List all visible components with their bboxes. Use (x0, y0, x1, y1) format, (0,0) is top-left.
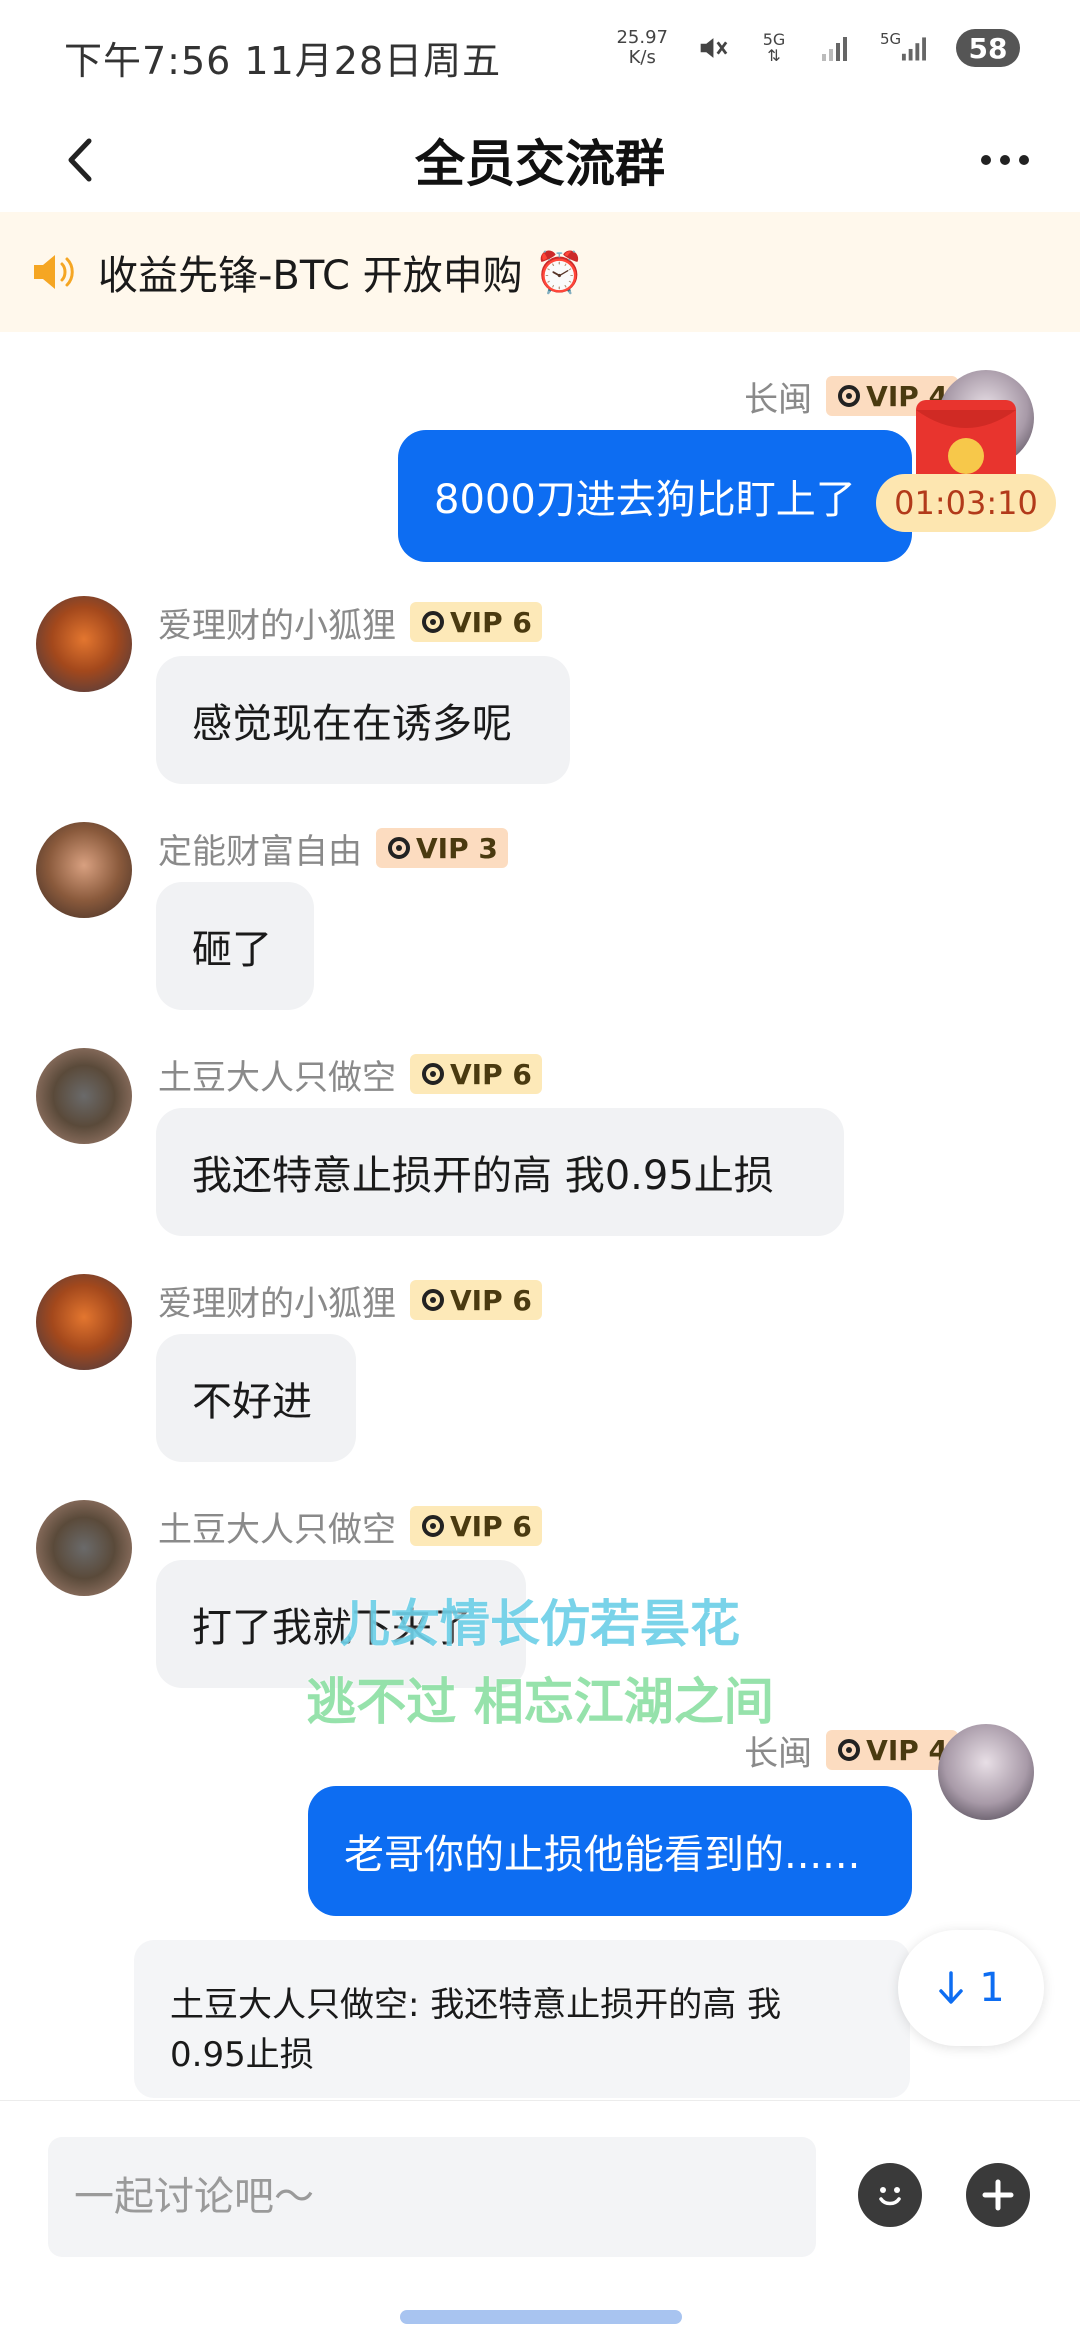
network-speed-unit: K/s (628, 47, 656, 68)
vip-label: VIP 3 (416, 831, 498, 865)
signal-5g-label-2: 5G (880, 30, 902, 48)
vip-icon (388, 837, 410, 859)
message-bubble[interactable]: 砸了 (156, 882, 314, 1010)
message-bubble[interactable]: 8000刀进去狗比盯上了 (398, 430, 912, 562)
status-indicators: 25.97 K/s 5G ⇅ 5G 58 (616, 28, 1020, 68)
vip-badge: VIP 3 (376, 828, 508, 868)
avatar[interactable] (36, 1048, 132, 1144)
message-bubble[interactable]: 老哥你的止损他能看到的...... (308, 1786, 912, 1916)
vip-icon (422, 1515, 444, 1537)
scroll-to-new-button[interactable]: 1 (898, 1930, 1044, 2046)
vip-icon (422, 1289, 444, 1311)
sender-name: 长闽 (744, 379, 813, 420)
vip-badge: VIP 6 (410, 1054, 542, 1094)
red-packet-timer: 01:03:10 (876, 474, 1056, 532)
network-speed-value: 25.97 (616, 27, 668, 48)
plus-icon (982, 2179, 1014, 2211)
sender-name: 爱理财的小狐狸 (158, 1283, 396, 1324)
alarm-clock-icon: ⏰ (534, 249, 585, 296)
message-bubble[interactable]: 我还特意止损开的高 我0.95止损 (156, 1108, 844, 1236)
status-bar: 下午7:56 11月28日周五 25.97 K/s 5G ⇅ 5G 58 (0, 0, 1080, 110)
vip-label: VIP 6 (450, 1509, 532, 1543)
vip-icon (422, 611, 444, 633)
vip-label: VIP 6 (450, 1283, 532, 1317)
sender-name: 土豆大人只做空 (158, 1057, 396, 1098)
avatar[interactable] (36, 596, 132, 692)
avatar[interactable] (36, 1500, 132, 1596)
avatar[interactable] (36, 822, 132, 918)
add-button[interactable] (966, 2163, 1030, 2227)
home-indicator[interactable] (400, 2310, 682, 2324)
vip-label: VIP 6 (450, 605, 532, 639)
vip-badge: VIP 6 (410, 1280, 542, 1320)
page-title: 全员交流群 (415, 135, 665, 193)
signal-5g-icon: 5G ⇅ (762, 30, 786, 65)
avatar[interactable] (36, 1274, 132, 1370)
message-bubble[interactable]: 不好进 (156, 1334, 356, 1462)
quoted-message[interactable]: 土豆大人只做空: 我还特意止损开的高 我 0.95止损 (134, 1940, 910, 2098)
sender-name: 定能财富自由 (158, 831, 362, 872)
more-dots-icon (981, 155, 1029, 165)
sender-info: 爱理财的小狐狸 VIP 6 (158, 1278, 542, 1324)
sender-info: 爱理财的小狐狸 VIP 6 (158, 600, 542, 646)
input-bar (0, 2100, 1080, 2300)
vip-label: VIP 4 (866, 1733, 948, 1767)
avatar[interactable] (938, 1724, 1034, 1820)
quoted-message-line-1: 土豆大人只做空: 我还特意止损开的高 我 (170, 1985, 782, 2025)
announcement-banner[interactable]: 收益先锋-BTC 开放申购 ⏰ (0, 212, 1080, 332)
battery-indicator: 58 (956, 29, 1020, 67)
sender-name: 爱理财的小狐狸 (158, 605, 396, 646)
sender-info: 定能财富自由 VIP 3 (158, 826, 508, 872)
message-input[interactable] (48, 2137, 816, 2257)
overlay-lyric-line-2: 逃不过 相忘江湖之间 (306, 1673, 774, 1731)
announcement-text: 收益先锋-BTC 开放申购 (98, 253, 523, 299)
sender-info: 长闽 VIP 4 (744, 1728, 958, 1774)
vip-icon (838, 385, 861, 407)
signal-bars-icon (818, 30, 854, 66)
signal-5g-bars-icon: 5G (880, 30, 930, 66)
vip-label: VIP 6 (450, 1057, 532, 1091)
network-speed: 25.97 K/s (616, 28, 668, 68)
emoji-button[interactable] (858, 2163, 922, 2227)
vip-badge: VIP 6 (410, 602, 542, 642)
arrow-down-icon (939, 1971, 964, 2004)
sender-name: 长闽 (744, 1733, 813, 1774)
overlay-lyric-line-1: 儿女情长仿若昙花 (340, 1595, 740, 1653)
vip-icon (422, 1063, 444, 1085)
quoted-message-line-2: 0.95止损 (170, 2035, 314, 2075)
sender-info: 土豆大人只做空 VIP 6 (158, 1052, 542, 1098)
new-message-count: 1 (979, 1965, 1005, 2011)
speaker-icon (34, 255, 74, 289)
sender-name: 土豆大人只做空 (158, 1509, 396, 1550)
status-time: 下午7:56 11月28日周五 (64, 39, 502, 83)
vip-icon (838, 1739, 861, 1761)
chat-header: 全员交流群 (0, 110, 1080, 210)
vip-badge: VIP 6 (410, 1506, 542, 1546)
mute-icon (694, 30, 730, 66)
message-bubble[interactable]: 感觉现在在诱多呢 (156, 656, 570, 784)
smiley-icon (879, 2187, 901, 2206)
sender-info: 土豆大人只做空 VIP 6 (158, 1504, 542, 1550)
more-button[interactable] (970, 130, 1040, 190)
